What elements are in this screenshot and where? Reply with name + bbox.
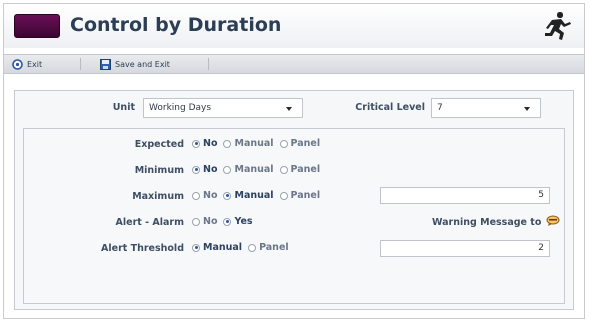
alert-alarm-no-radio[interactable]: No [192,216,217,227]
radio-label: No [203,190,218,201]
save-and-exit-button[interactable]: Save and Exit [100,55,170,73]
radio-label: No [203,216,218,227]
toolbar-divider [208,58,209,70]
warning-message-label: Warning Message to [432,217,542,228]
maximum-value-input[interactable]: 5 [380,187,550,204]
alert-threshold-label: Alert Threshold [101,243,184,254]
unit-label: Unit [112,102,135,113]
radio-dot [223,165,232,174]
minimum-label: Minimum [134,165,184,176]
critical-level-label: Critical Level [355,102,425,113]
radio-dot [192,191,200,200]
radio-label: Manual [234,164,274,175]
save-disk-icon [100,58,111,70]
radio-dot [192,139,200,148]
control-by-duration-window: Control by Duration Exit Save and Exit U… [3,3,585,319]
alert-alarm-yes-radio[interactable]: Yes [223,216,253,227]
radio-dot [223,191,232,200]
radio-dot [223,139,232,148]
minimum-radio-group: No Manual Panel [192,164,320,175]
message-bubble-icon[interactable] [546,215,560,227]
radio-dot [279,191,288,200]
exit-button-label: Exit [27,59,43,69]
radio-dot [248,243,257,252]
radio-label: Panel [290,190,321,201]
minimum-manual-radio[interactable]: Manual [223,164,274,175]
radio-dot [192,165,200,174]
maximum-no-radio[interactable]: No [192,190,217,201]
alert-alarm-radio-group: No Yes [192,216,253,227]
unit-select[interactable]: Working Days [143,98,303,118]
settings-panel: Unit Working Days Critical Level 7 Expec… [14,90,574,310]
maximum-panel-radio[interactable]: Panel [279,190,321,201]
save-and-exit-label: Save and Exit [115,59,170,69]
minimum-panel-radio[interactable]: Panel [279,164,321,175]
radio-label: No [203,138,218,149]
exit-button[interactable]: Exit [12,55,42,73]
critical-level-value: 7 [437,103,443,113]
minimum-no-radio[interactable]: No [192,164,217,175]
expected-panel-radio[interactable]: Panel [279,138,321,149]
alert-alarm-label: Alert - Alarm [115,217,184,228]
radio-dot [223,217,232,226]
unit-select-value: Working Days [149,103,212,113]
alert-threshold-radio-group: Manual Panel [192,242,289,253]
toolbar-divider [80,58,81,70]
radio-label: Yes [234,216,253,227]
radio-dot [279,139,288,148]
window-title: Control by Duration [70,14,282,36]
expected-label: Expected [134,139,184,150]
radio-label: Panel [290,138,321,149]
title-color-swatch [14,14,60,38]
radio-label: Panel [259,242,289,253]
chevron-down-icon [286,107,292,111]
maximum-radio-group: No Manual Panel [192,190,320,201]
expected-no-radio[interactable]: No [192,138,217,149]
limits-panel: Expected No Manual Panel Minimum No Manu… [23,128,565,304]
radio-label: No [203,164,218,175]
running-figure-icon [545,12,571,40]
alert-threshold-manual-radio[interactable]: Manual [192,242,242,253]
title-bar: Control by Duration [4,4,584,48]
alert-threshold-panel-radio[interactable]: Panel [248,242,289,253]
radio-dot [192,243,200,252]
radio-dot [279,165,288,174]
radio-label: Manual [203,242,243,253]
maximum-manual-radio[interactable]: Manual [223,190,274,201]
expected-manual-radio[interactable]: Manual [223,138,274,149]
radio-label: Manual [234,138,274,149]
exit-circle-icon [12,58,23,70]
chevron-down-icon [524,107,530,111]
alert-threshold-value-input[interactable]: 2 [380,240,550,257]
critical-level-select[interactable]: 7 [431,98,541,118]
radio-label: Panel [290,164,321,175]
expected-radio-group: No Manual Panel [192,138,320,149]
toolbar: Exit Save and Exit [4,54,584,74]
radio-dot [192,217,200,226]
maximum-label: Maximum [132,191,184,202]
radio-label: Manual [234,190,274,201]
